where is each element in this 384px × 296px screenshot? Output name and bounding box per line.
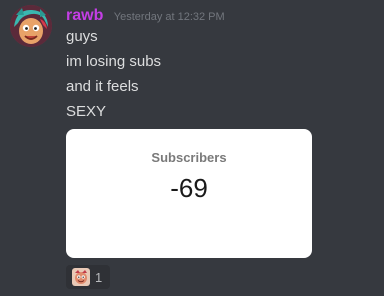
- message-line: im losing subs: [66, 53, 162, 70]
- message-header: rawb Yesterday at 12:32 PM: [66, 7, 225, 25]
- message-content: guys im losing subs and it feels SEXY: [66, 26, 161, 126]
- user-avatar[interactable]: [10, 5, 52, 47]
- cartoon-avatar-icon: [10, 5, 52, 47]
- username[interactable]: rawb: [66, 7, 103, 24]
- message-timestamp: Yesterday at 12:32 PM: [113, 11, 225, 23]
- message-line: and it feels: [66, 78, 139, 95]
- message-line: guys: [66, 28, 98, 45]
- chat-message: rawb Yesterday at 12:32 PM guys im losin…: [0, 0, 384, 296]
- cartoon-face-emoji-icon: [72, 268, 90, 286]
- subscriber-count: -69: [170, 173, 208, 203]
- reaction-button[interactable]: 1: [66, 265, 110, 289]
- message-line: SEXY: [66, 103, 107, 120]
- reaction-count: 1: [95, 269, 103, 285]
- image-embed[interactable]: Subscribers -69: [66, 129, 312, 258]
- subscribers-label: Subscribers: [151, 150, 227, 165]
